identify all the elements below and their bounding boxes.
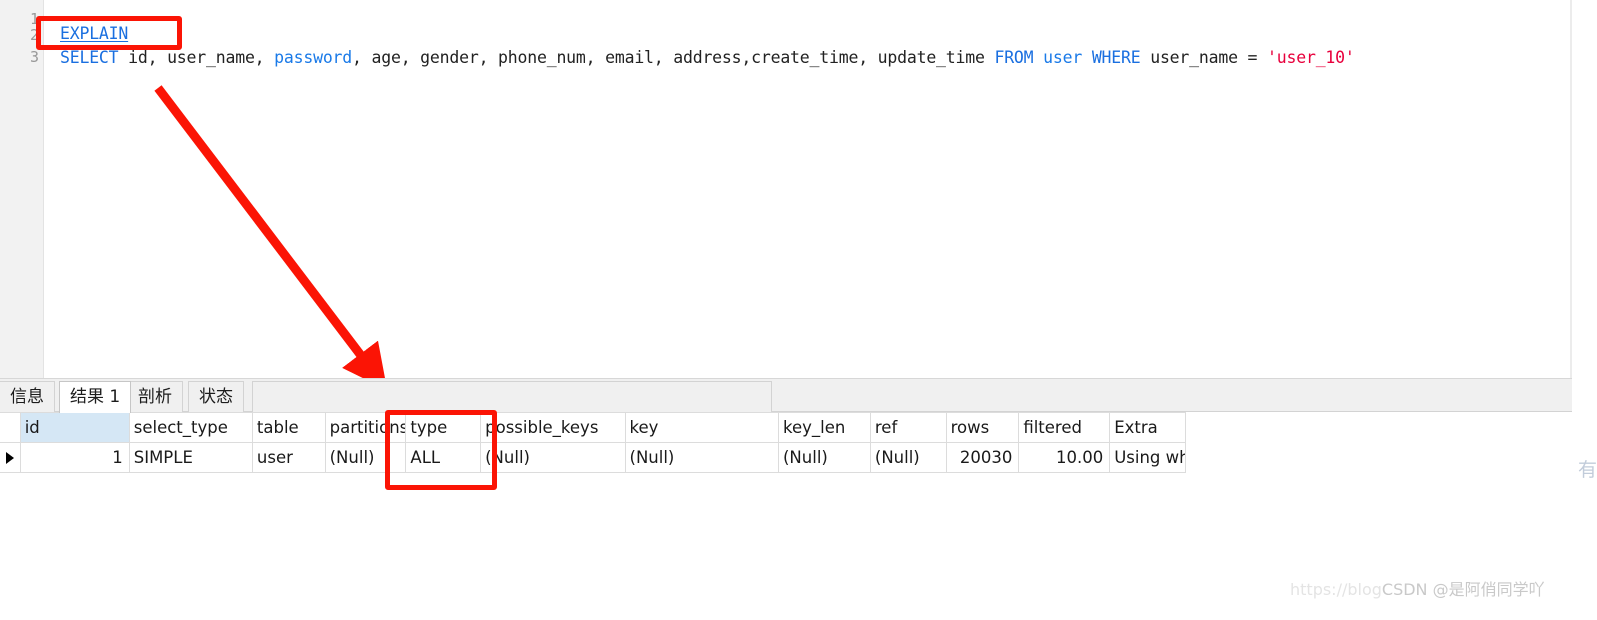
where-keyword: WHERE xyxy=(1091,48,1141,67)
column-header-possible-keys[interactable]: possible_keys xyxy=(480,412,626,443)
caret-right-icon xyxy=(6,451,14,464)
table-body: 1 SIMPLE user (Null) ALL (Null) (Null) (Null) (N… xyxy=(0,442,1186,473)
result-table: id select_type table partitions type possible… xyxy=(0,412,1186,473)
cell-filtered[interactable]: 10.00 xyxy=(1018,442,1111,473)
from-keyword: FROM xyxy=(994,48,1034,67)
watermark-url: https://blog xyxy=(1290,580,1382,599)
select-columns-a: id, user_name, xyxy=(118,48,275,67)
column-header-key[interactable]: key xyxy=(625,412,780,443)
line-number-3: 3 xyxy=(29,48,39,66)
tab-profile[interactable]: 剖析 xyxy=(127,381,183,413)
column-header-partitions[interactable]: partitions xyxy=(325,412,407,443)
tab-info[interactable]: 信息 xyxy=(0,381,55,413)
cell-partitions[interactable]: (Null) xyxy=(325,442,407,473)
column-header-key-len[interactable]: key_len xyxy=(778,412,871,443)
cell-possible-keys[interactable]: (Null) xyxy=(480,442,626,473)
cell-type[interactable]: ALL xyxy=(405,442,482,473)
line-number-2: 2 xyxy=(29,26,39,44)
column-header-ref[interactable]: ref xyxy=(870,412,947,443)
table-header-row: id select_type table partitions type possible… xyxy=(0,412,1186,443)
line-number-gutter: 1 2 3 xyxy=(0,0,44,378)
string-literal: 'user_10' xyxy=(1267,48,1355,67)
row-marker-header xyxy=(0,412,21,443)
cell-extra[interactable]: Using wh xyxy=(1109,442,1186,473)
column-header-rows[interactable]: rows xyxy=(946,412,1020,443)
table-row: id select_type table partitions type possible… xyxy=(0,412,1186,443)
explain-keyword: EXPLAIN xyxy=(60,24,129,43)
column-header-type[interactable]: type xyxy=(405,412,482,443)
table-name: user xyxy=(1043,48,1083,67)
cell-ref[interactable]: (Null) xyxy=(870,442,947,473)
table-row[interactable]: 1 SIMPLE user (Null) ALL (Null) (Null) (Null) (N… xyxy=(0,442,1186,473)
column-header-select-type[interactable]: select_type xyxy=(129,412,253,443)
watermark: https://blogCSDN @是阿俏同学吖 xyxy=(1290,576,1545,600)
code-area[interactable]: EXPLAIN SELECT id, user_name, password, … xyxy=(44,0,1570,378)
cell-key[interactable]: (Null) xyxy=(625,442,780,473)
tab-status[interactable]: 状态 xyxy=(188,381,244,413)
sql-editor-pane[interactable]: 1 2 3 EXPLAIN SELECT id, user_name, pass… xyxy=(0,0,1572,378)
cell-key-len[interactable]: (Null) xyxy=(778,442,871,473)
cell-select-type[interactable]: SIMPLE xyxy=(129,442,253,473)
password-keyword: password xyxy=(274,48,353,67)
watermark-brand: CSDN @是阿俏同学吖 xyxy=(1381,580,1545,599)
right-edge-strip xyxy=(1572,0,1597,620)
row-marker xyxy=(0,442,21,473)
column-header-filtered[interactable]: filtered xyxy=(1018,412,1111,443)
column-header-table[interactable]: table xyxy=(252,412,326,443)
result-tab-bar: 信息 结果 1 剖析 状态 xyxy=(0,378,1572,413)
tab-bar-filler xyxy=(252,381,772,413)
tab-result[interactable]: 结果 1 xyxy=(59,381,132,413)
cell-id[interactable]: 1 xyxy=(20,442,130,473)
app-window: 1 2 3 EXPLAIN SELECT id, user_name, pass… xyxy=(0,0,1597,620)
code-line-2: EXPLAIN xyxy=(60,22,128,45)
column-header-id[interactable]: id xyxy=(20,412,130,443)
code-line-3: SELECT id, user_name, password, age, gen… xyxy=(60,46,1355,69)
clipped-edge-character: 有 xyxy=(1578,459,1597,481)
where-condition-column: user_name = xyxy=(1140,48,1268,67)
space-1 xyxy=(1033,48,1043,67)
column-header-extra[interactable]: Extra xyxy=(1109,412,1186,443)
select-keyword: SELECT xyxy=(60,48,119,67)
select-columns-b: , age, gender, phone_num, email, address… xyxy=(352,48,995,67)
cell-table[interactable]: user xyxy=(252,442,326,473)
space-2 xyxy=(1082,48,1092,67)
cell-rows[interactable]: 20030 xyxy=(946,442,1020,473)
